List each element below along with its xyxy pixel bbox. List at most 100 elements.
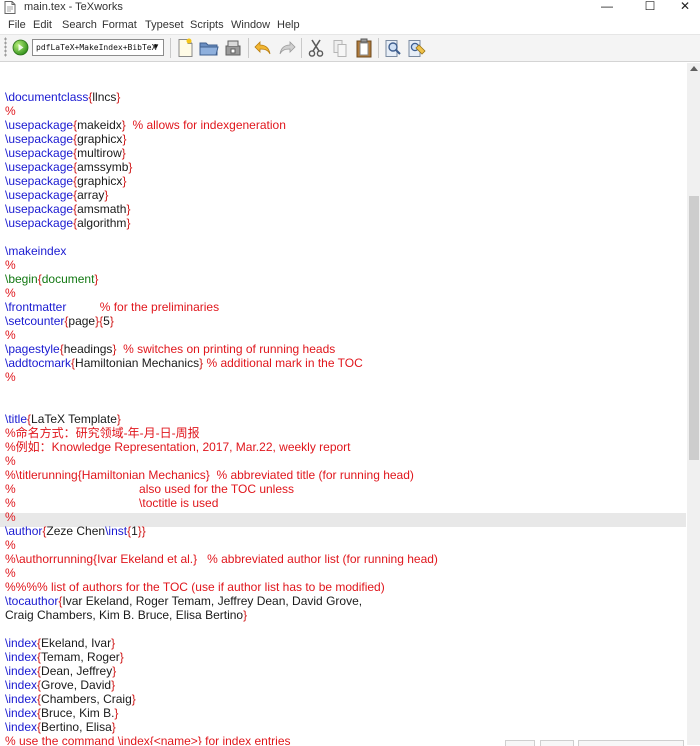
code-line[interactable]: \usepackage{amsmath} [5,202,438,216]
code-line[interactable] [5,622,438,636]
code-line[interactable]: % \toctitle is used [5,496,438,510]
code-line[interactable]: % [5,258,438,272]
code-token: \title [5,412,28,426]
code-line[interactable]: \author{Zeze Chen\inst{1}} [5,524,438,538]
code-token: } [122,174,127,188]
code-token: } [122,132,127,146]
code-token: % [5,328,16,342]
new-file-icon[interactable] [174,37,196,59]
code-line[interactable]: \usepackage{algorithm} [5,216,438,230]
code-line[interactable]: % [5,510,438,524]
code-line[interactable]: \index{Chambers, Craig} [5,692,438,706]
code-line[interactable]: Craig Chambers, Kim B. Bruce, Elisa Bert… [5,608,438,622]
code-line[interactable]: % [5,328,438,342]
scroll-up-icon[interactable] [690,66,698,71]
code-line[interactable]: % [5,566,438,580]
menu-typeset[interactable]: Typeset [145,18,184,32]
typeset-engine-select[interactable]: pdfLaTeX+MakeIndex+BibTeX [32,39,164,56]
code-line[interactable]: \usepackage{graphicx} [5,174,438,188]
maximize-button[interactable]: ☐ [627,0,673,14]
menu-format[interactable]: Format [102,18,137,32]
menu-search[interactable]: Search [62,18,97,32]
code-token: llncs [92,90,117,104]
code-line[interactable]: % [5,370,438,384]
code-line[interactable]: % [5,286,438,300]
code-token: } [112,664,117,678]
code-token: \addtocmark [5,356,72,370]
code-line[interactable]: %命名方式：研究领域-年-月-日-周报 [5,426,438,440]
code-line[interactable]: \documentclass{llncs} [5,90,438,104]
code-token: document [41,272,95,286]
code-line[interactable] [5,398,438,412]
code-line[interactable]: \usepackage{array} [5,188,438,202]
menu-scripts[interactable]: Scripts [190,18,224,32]
code-line[interactable] [5,230,438,244]
typeset-button[interactable] [12,39,29,56]
undo-icon[interactable] [252,37,274,59]
code-line[interactable]: \frontmatter % for the preliminaries [5,300,438,314]
close-button[interactable]: ✕ [670,0,700,14]
minimize-button[interactable]: — [584,0,630,14]
code-line[interactable]: \index{Ekeland, Ivar} [5,636,438,650]
code-line[interactable]: \index{Grove, David} [5,678,438,692]
find-replace-icon[interactable] [406,37,428,59]
toolbar-grip[interactable] [4,37,7,57]
folder-icon[interactable] [198,37,220,59]
code-line[interactable] [5,76,438,90]
scrollbar-thumb[interactable] [689,196,699,460]
code-token: \index [5,664,38,678]
code-line[interactable]: %%%% list of authors for the TOC (use if… [5,580,438,594]
save-icon[interactable] [222,37,244,59]
code-line[interactable]: \addtocmark{Hamiltonian Mechanics} % add… [5,356,438,370]
menu-help[interactable]: Help [277,18,300,32]
code-token: array [77,188,105,202]
menu-edit[interactable]: Edit [33,18,52,32]
editor-pane[interactable]: \documentclass{llncs}% \usepackage{makeid… [0,63,687,745]
code-line[interactable]: \setcounter{page}{5} [5,314,438,328]
code-token: } [114,706,119,720]
code-line[interactable]: \index{Dean, Jeffrey} [5,664,438,678]
code-text[interactable]: \documentclass{llncs}% \usepackage{makeid… [5,76,438,745]
code-line[interactable]: \title{LaTeX Template} [5,412,438,426]
code-line[interactable]: \usepackage{multirow} [5,146,438,160]
code-token: % additional mark in the TOC [203,356,363,370]
code-token: \inst [105,524,128,538]
code-line[interactable]: \usepackage{amssymb} [5,160,438,174]
code-line[interactable]: \usepackage{graphicx} [5,132,438,146]
clipboard-icon[interactable] [353,37,375,59]
scissors-icon[interactable] [305,37,327,59]
code-line[interactable] [5,384,438,398]
code-line[interactable]: %\titlerunning{Hamiltonian Mechanics} % … [5,468,438,482]
code-line[interactable]: \index{Bruce, Kim B.} [5,706,438,720]
code-line[interactable]: %例如：Knowledge Representation, 2017, Mar.… [5,440,438,454]
code-token: multirow [77,146,122,160]
code-line[interactable]: % [5,104,438,118]
code-line[interactable]: \index{Bertino, Elisa} [5,720,438,734]
code-token: } [111,636,116,650]
code-line[interactable]: \pagestyle{headings} % switches on print… [5,342,438,356]
code-token: \index [5,636,38,650]
code-token: Craig Chambers, Kim B. Bruce, Elisa Bert… [5,608,244,622]
magnifier-icon[interactable] [382,37,404,59]
code-line[interactable]: % also used for the TOC unless [5,482,438,496]
code-line[interactable]: % use the command \index{<name>} for ind… [5,734,438,745]
code-line[interactable]: % [5,454,438,468]
code-line[interactable]: \makeindex [5,244,438,258]
menu-window[interactable]: Window [231,18,270,32]
code-line[interactable]: \tocauthor{Ivar Ekeland, Roger Temam, Je… [5,594,438,608]
code-token: } [109,314,114,328]
code-token: \usepackage [5,132,74,146]
code-token: Grove, David [41,678,112,692]
code-line[interactable]: % [5,538,438,552]
code-line[interactable]: %\authorrunning{Ivar Ekeland et al.} % a… [5,552,438,566]
code-line[interactable]: \index{Temam, Roger} [5,650,438,664]
status-field [505,740,535,746]
code-token: LaTeX Template [31,412,117,426]
copy-icon[interactable] [329,37,351,59]
menu-file[interactable]: File [8,18,26,32]
code-line[interactable]: \begin{document} [5,272,438,286]
code-token: Ekeland, Ivar [41,636,112,650]
redo-icon[interactable] [276,37,298,59]
code-token: \usepackage [5,118,74,132]
code-line[interactable]: \usepackage{makeidx} % allows for indexg… [5,118,438,132]
